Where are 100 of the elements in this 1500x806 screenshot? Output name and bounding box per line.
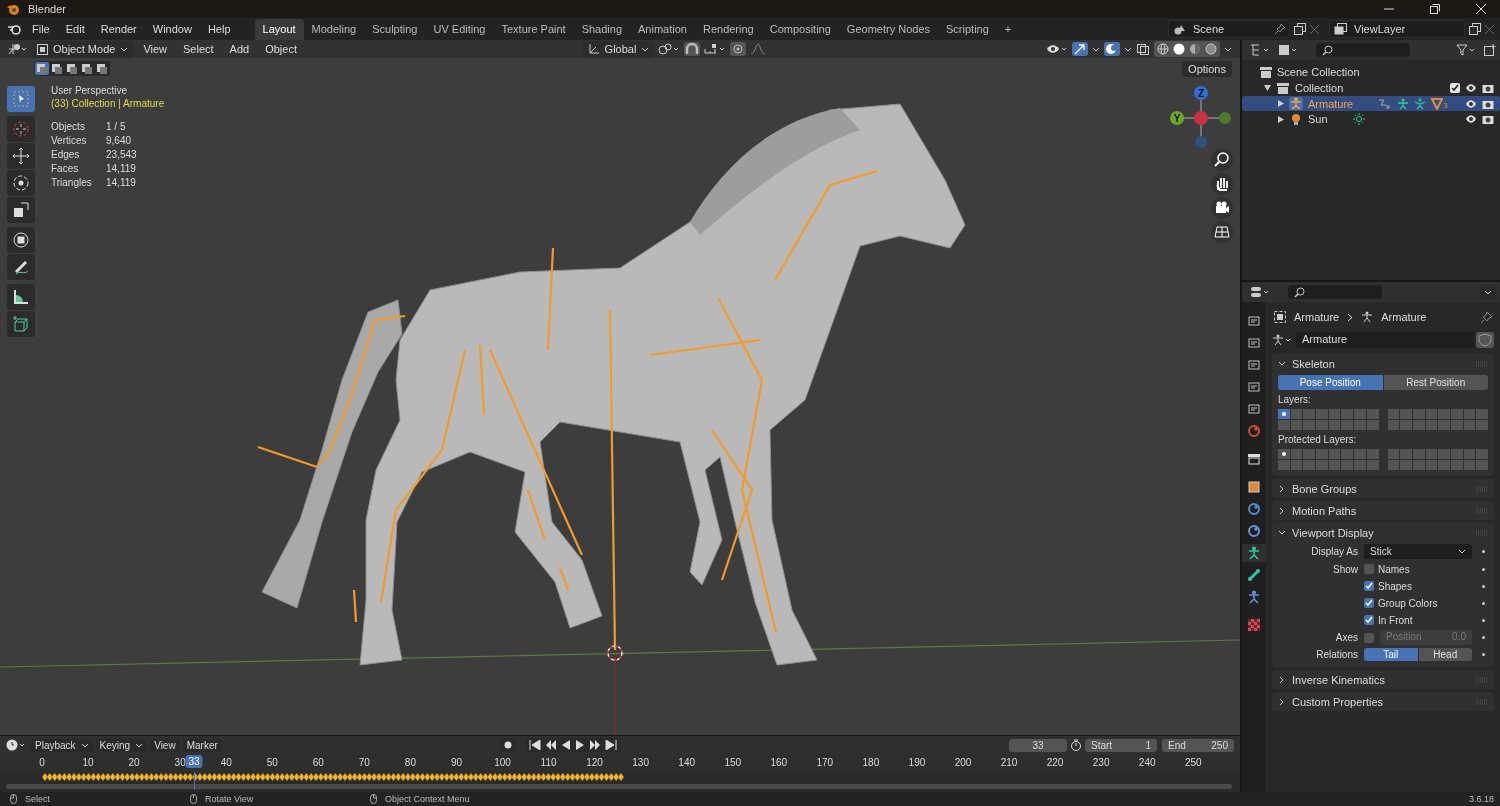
tree-item[interactable]: Scene Collection <box>1277 66 1360 78</box>
stat-label: Edges <box>51 149 81 160</box>
menu-item[interactable]: Keying <box>95 738 148 752</box>
menu-item[interactable]: Marker <box>182 738 222 752</box>
frame-number: 10 <box>82 757 94 768</box>
frame-number: 250 <box>1184 757 1202 768</box>
position-toggle[interactable]: Rest Position <box>1383 375 1488 390</box>
checkbox-label[interactable]: Shapes <box>1378 580 1412 592</box>
menu-item[interactable]: Help <box>201 21 237 37</box>
frame-number: 140 <box>678 757 696 768</box>
stat-value: 9,640 <box>106 135 133 146</box>
frame-number: 210 <box>1000 757 1018 768</box>
frame-number: 190 <box>908 757 926 768</box>
tree-item[interactable]: Armature <box>1308 97 1354 110</box>
mode-dropdown[interactable]: Object Mode <box>32 40 134 58</box>
checkbox-label[interactable]: Group Colors <box>1378 597 1438 609</box>
panel-title[interactable]: Viewport Display <box>1292 526 1374 539</box>
frame-number: 50 <box>266 757 278 768</box>
workspace-tab[interactable]: Modeling <box>303 19 365 40</box>
menu-item[interactable]: Object <box>259 41 303 57</box>
options-dropdown[interactable]: Options <box>1182 61 1232 77</box>
menu-item[interactable]: View <box>150 738 180 752</box>
workspace-tab[interactable]: Scripting <box>938 19 997 40</box>
field-label: Show <box>1332 563 1358 575</box>
field-label: Axes <box>1334 632 1358 643</box>
display-as-dropdown[interactable]: Stick <box>1364 544 1472 559</box>
frame-number: 120 <box>586 757 603 768</box>
frame-number: 220 <box>1046 757 1064 768</box>
workspace-tab[interactable]: UV Editing <box>425 19 494 40</box>
workspace-tab[interactable]: Animation <box>630 19 695 40</box>
frame-number: 170 <box>816 757 834 768</box>
menu-item[interactable]: File <box>26 21 56 37</box>
current-frame-field[interactable]: 33 <box>1009 738 1067 752</box>
data-name-field[interactable]: Armature <box>1296 332 1474 348</box>
frame-number: 100 <box>494 757 511 768</box>
frame-number: 180 <box>862 757 880 768</box>
workspace-tab[interactable]: Layout <box>254 19 304 40</box>
menu-item[interactable]: View <box>137 41 174 57</box>
menu-item[interactable]: Add <box>223 41 256 57</box>
workspace-tab[interactable]: Sculpting <box>364 19 426 40</box>
scene-selector[interactable]: Scene <box>1168 20 1290 38</box>
frame-number: 40 <box>220 757 232 768</box>
frame-number: 230 <box>1092 757 1110 768</box>
menu-item[interactable]: Playback <box>31 738 93 752</box>
stat-value: 23,543 <box>106 149 138 160</box>
menu-item[interactable]: Select <box>177 41 220 57</box>
window-title: Blender <box>28 3 66 15</box>
relations-toggle[interactable]: Tail <box>1364 648 1418 661</box>
frame-number: 110 <box>540 757 557 768</box>
relations-toggle[interactable]: Head <box>1418 648 1472 661</box>
stat-label: Objects <box>51 121 86 132</box>
position-toggle[interactable]: Pose Position <box>1278 375 1383 390</box>
frame-number: 80 <box>404 757 416 768</box>
frame-number: 30 <box>174 757 186 768</box>
stat-value: 14,119 <box>106 163 137 174</box>
layers-label: Layers: <box>1278 394 1312 405</box>
frame-number: 240 <box>1138 757 1156 768</box>
version-label: 3.6.18 <box>1468 794 1494 804</box>
stat-label: Vertices <box>51 135 88 146</box>
frame-number: 150 <box>724 757 742 768</box>
status-hint: Select <box>25 794 50 804</box>
view-perspective-label: User Perspective <box>51 85 129 96</box>
status-hint: Rotate View <box>205 794 254 804</box>
frame-number: 0 <box>39 757 45 768</box>
active-object-label: (33) Collection | Armature <box>51 98 165 109</box>
workspace-tab[interactable]: Shading <box>573 19 631 40</box>
orientation-dropdown[interactable]: Global <box>582 40 655 58</box>
workspace-tab[interactable]: Compositing <box>761 19 839 40</box>
playhead-frame[interactable]: 33 <box>185 755 203 768</box>
tree-item[interactable]: Collection <box>1295 82 1344 94</box>
tree-item[interactable]: Sun <box>1308 113 1328 125</box>
workspace-tab[interactable]: Rendering <box>694 19 762 40</box>
menu-item[interactable]: Edit <box>59 21 91 37</box>
field-label: Relations <box>1315 649 1358 660</box>
workspace-tab[interactable]: Geometry Nodes <box>838 19 938 40</box>
checkbox-label[interactable]: In Front <box>1378 614 1413 626</box>
add-workspace-button[interactable]: + <box>996 19 1020 40</box>
protected-layers-label: Protected Layers: <box>1278 434 1358 445</box>
workspace-tab[interactable]: Texture Paint <box>493 19 574 40</box>
menu-item[interactable]: Render <box>94 21 143 37</box>
mesh-count: 3 <box>1443 100 1448 110</box>
menu-item[interactable]: Window <box>146 21 198 37</box>
navigation-gizmo[interactable]: Z Y <box>1166 83 1236 153</box>
start-frame-field[interactable]: Start 1 <box>1085 738 1157 752</box>
frame-number: 70 <box>358 757 370 768</box>
frame-number: 200 <box>954 757 972 768</box>
frame-number: 90 <box>450 757 462 768</box>
end-frame-field[interactable]: End 250 <box>1162 738 1234 752</box>
breadcrumb-item: Armature <box>1294 311 1340 323</box>
stat-value: 14,119 <box>106 177 137 188</box>
view-layer-selector[interactable]: ViewLayer <box>1329 20 1465 38</box>
stat-value: 1 / 5 <box>106 121 127 132</box>
breadcrumb-item: Armature <box>1381 311 1427 323</box>
status-hint: Object Context Menu <box>385 794 470 804</box>
checkbox-label[interactable]: Names <box>1378 563 1410 575</box>
stat-label: Faces <box>51 163 80 174</box>
panel-title[interactable]: Skeleton <box>1292 357 1335 370</box>
frame-number: 160 <box>770 757 788 768</box>
frame-number: 60 <box>312 757 324 768</box>
field-label: Display As <box>1310 546 1358 557</box>
